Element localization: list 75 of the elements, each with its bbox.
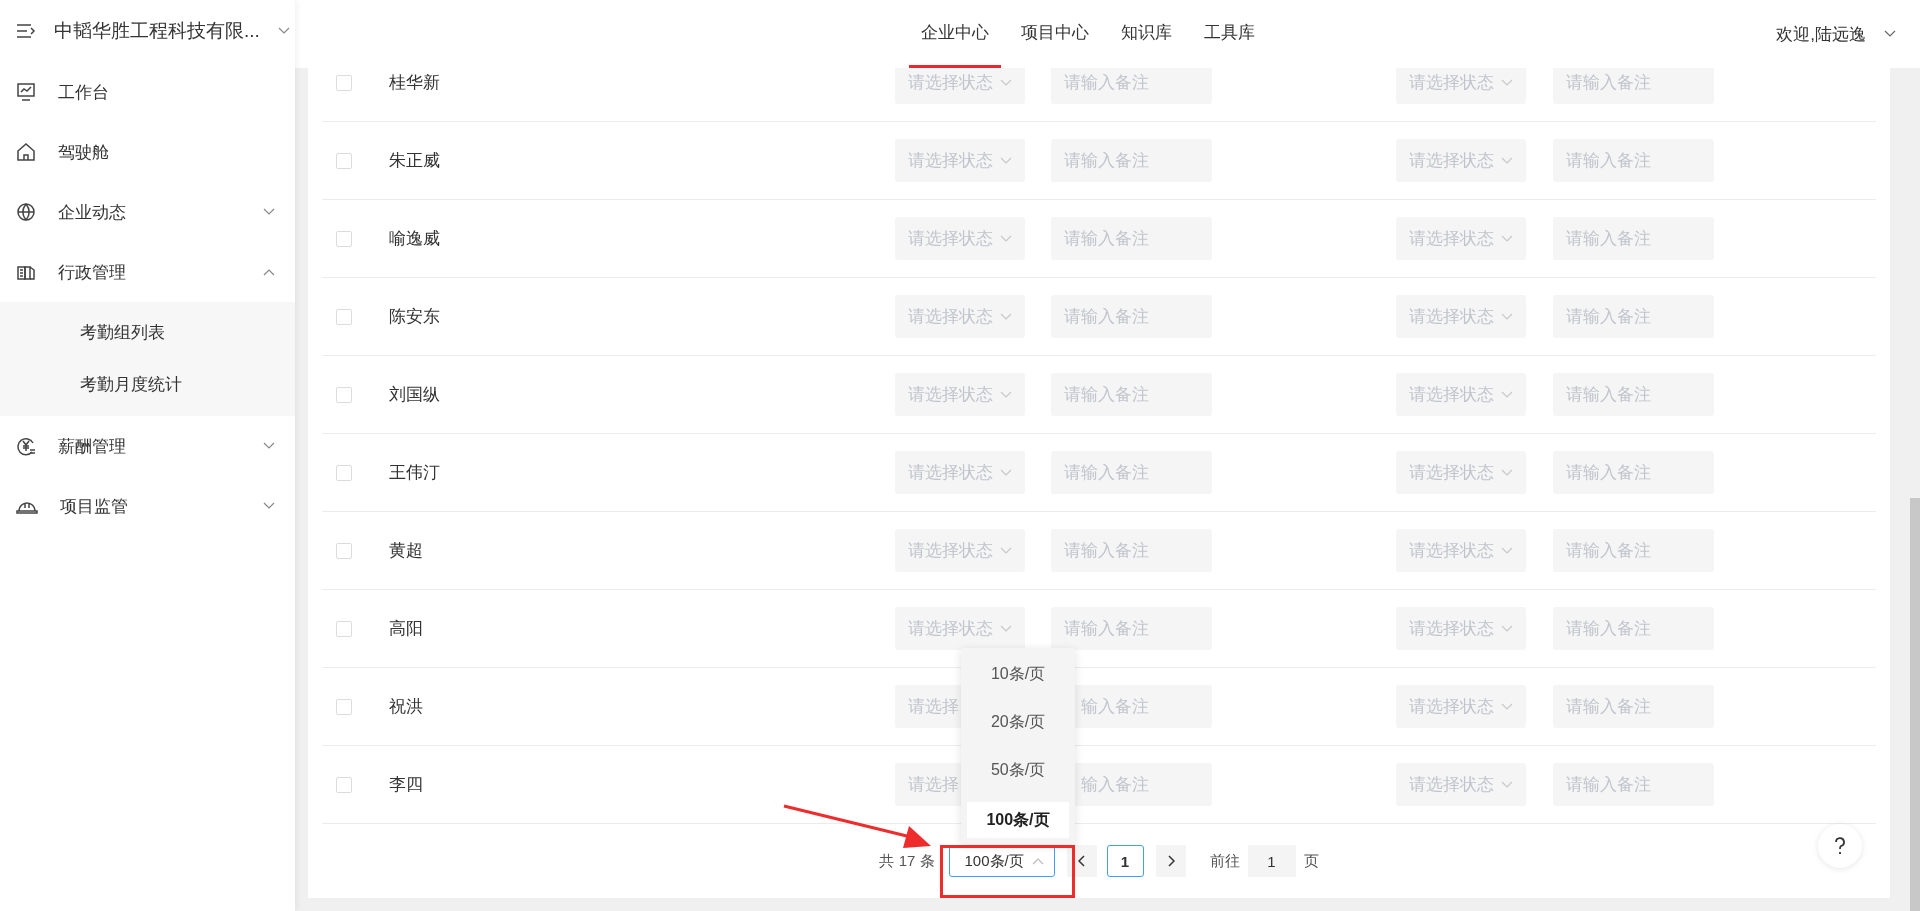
globe-icon [16,202,36,222]
employee-name: 黄超 [389,541,423,560]
page-unit: 页 [1303,851,1319,871]
menu-fold-icon[interactable] [16,23,36,39]
row-checkbox[interactable] [336,308,352,325]
user-menu[interactable]: 欢迎,陆远逸 [1776,22,1866,46]
nav-tab[interactable]: 项目中心 [1008,0,1101,68]
row-checkbox[interactable] [336,464,352,481]
chevron-down-icon [1000,546,1012,555]
scrollbar[interactable] [1910,498,1920,911]
employee-name: 桂华新 [389,73,440,92]
chevron-down-icon [1000,312,1012,321]
chevron-down-icon [1000,156,1012,165]
employee-name: 高阳 [389,619,423,638]
monitor-icon [16,82,36,102]
submenu-item[interactable]: 考勤月度统计 [0,359,295,411]
chevron-down-icon [1000,624,1012,633]
chevron-down-icon[interactable] [277,27,290,35]
row-checkbox[interactable] [336,698,352,715]
menu-item[interactable]: 薪酬管理 [0,416,295,476]
home-icon [16,142,36,162]
row-checkbox[interactable] [336,230,352,247]
employee-name: 喻逸威 [389,229,440,248]
row-checkbox[interactable] [336,542,352,559]
chevron-up-icon [1031,857,1044,865]
nav-tab[interactable]: 知识库 [1108,0,1184,68]
chevron-down-icon [1501,702,1513,711]
chevron-right-icon [1166,855,1175,867]
chevron-down-icon [1000,390,1012,399]
chevron-down-icon [1000,468,1012,477]
menu-item[interactable]: 工作台 [0,62,295,122]
menu-item[interactable]: 驾驶舱 [0,122,295,182]
chevron-down-icon[interactable] [1884,30,1896,38]
employee-name: 祝洪 [389,697,423,716]
row-checkbox[interactable] [336,152,352,169]
goto-label: 前往 [1209,851,1240,871]
page-size-select[interactable]: 100条/页 [948,845,1055,877]
chevron-up-icon [263,268,275,276]
menu-item[interactable]: 企业动态 [0,182,295,242]
chevron-down-icon [263,208,275,216]
chevron-down-icon [1501,468,1513,477]
next-page-button[interactable] [1155,845,1186,877]
chevron-down-icon [1000,234,1012,243]
yen-icon [16,436,36,456]
row-checkbox[interactable] [336,74,352,91]
menu-item[interactable]: 项目监管 [0,476,295,536]
total-count: 共 17 条 [879,851,935,871]
chevron-left-icon [1077,855,1086,867]
chevron-down-icon [1501,234,1513,243]
row-checkbox[interactable] [336,386,352,403]
chevron-down-icon [1501,390,1513,399]
chevron-down-icon [1501,156,1513,165]
chevron-down-icon [1501,312,1513,321]
employee-name: 王伟汀 [389,463,440,482]
page-number[interactable]: 1 [1106,845,1144,877]
chevron-down-icon [1000,78,1012,87]
chevron-down-icon [1501,624,1513,633]
goto-page-field[interactable]: 1 [1247,845,1296,877]
chevron-down-icon [263,502,275,510]
menu-item[interactable]: 行政管理 [0,242,295,302]
row-checkbox[interactable] [336,620,352,637]
question-mark-icon [1834,837,1846,855]
page-size-option[interactable]: 100条/页 [967,802,1069,838]
chevron-down-icon [1501,78,1513,87]
row-checkbox[interactable] [336,776,352,793]
nav-tab[interactable]: 工具库 [1191,0,1267,68]
company-name: 中韬华胜工程科技有限... [54,19,260,43]
chevron-down-icon [1501,546,1513,555]
employee-name: 李四 [389,775,423,794]
employee-name: 陈安东 [389,307,440,326]
submenu-item[interactable]: 考勤组列表 [0,307,295,359]
employee-name: 朱正威 [389,151,440,170]
employee-name: 刘国纵 [389,385,440,404]
chevron-down-icon [263,442,275,450]
chevron-down-icon [1501,780,1513,789]
